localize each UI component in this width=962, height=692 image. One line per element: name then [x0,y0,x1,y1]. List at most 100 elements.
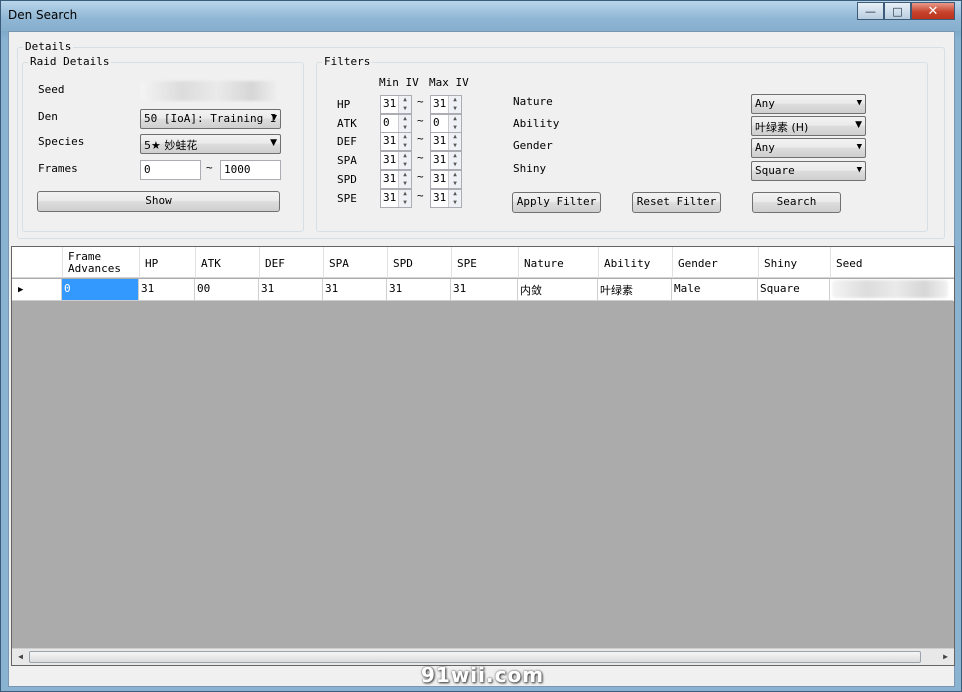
frames-start-input[interactable]: 0 [140,160,201,180]
scrollbar-thumb[interactable] [29,651,921,663]
spin-up-icon[interactable]: ▲ [448,115,461,124]
cell-shiny[interactable]: Square [758,279,830,301]
client-area: Details Raid Details Seed Den 50 [IoA]: … [8,31,955,687]
table-row[interactable]: ▶ 0 31 00 31 31 31 31 内敛 叶绿素 Male Square [12,279,954,301]
atk-max-stepper[interactable]: 0 ▲ ▼ [430,114,462,133]
spe-min-stepper[interactable]: 31 ▲ ▼ [380,189,412,208]
def-max-stepper[interactable]: 31 ▲ ▼ [430,132,462,151]
minimize-button[interactable]: — [857,2,884,20]
col-header-spe[interactable]: SPE [452,247,519,278]
scroll-left-icon[interactable]: ◀ [12,649,29,665]
cell-seed[interactable] [830,279,953,301]
frames-end-input[interactable]: 1000 [220,160,281,180]
apply-filter-button[interactable]: Apply Filter [512,192,601,213]
col-header-ability[interactable]: Ability [599,247,673,278]
spin-up-icon[interactable]: ▲ [398,171,411,180]
species-select[interactable]: 5★ 妙蛙花 ▼ [140,134,281,154]
ability-select[interactable]: 叶绿素 (H) ▼ [751,116,866,136]
spin-down-icon[interactable]: ▼ [448,179,461,188]
col-header-atk[interactable]: ATK [196,247,260,278]
seed-value-redacted [832,280,948,298]
max-iv-label: Max IV [429,76,469,89]
frames-label: Frames [38,162,78,175]
spin-down-icon[interactable]: ▼ [398,160,411,169]
spin-down-icon[interactable]: ▼ [398,104,411,113]
close-button[interactable]: ✕ [911,2,955,20]
spin-up-icon[interactable]: ▲ [448,96,461,105]
spin-down-icon[interactable]: ▼ [448,198,461,207]
spd-max-stepper[interactable]: 31 ▲ ▼ [430,170,462,189]
col-header-frame-advances[interactable]: Frame Advances [63,247,140,278]
cell-def[interactable]: 31 [259,279,323,301]
gender-select[interactable]: Any ▼ [751,138,866,158]
spin-up-icon[interactable]: ▲ [398,190,411,199]
cell-spa[interactable]: 31 [323,279,387,301]
search-button[interactable]: Search [752,192,841,213]
spin-down-icon[interactable]: ▼ [448,160,461,169]
nature-select[interactable]: Any ▼ [751,94,866,114]
spa-min-stepper[interactable]: 31 ▲ ▼ [380,151,412,170]
chevron-down-icon: ▼ [855,120,862,130]
hp-tilde: ~ [417,95,424,108]
seed-field-redacted[interactable] [140,81,280,101]
def-min-value: 31 [383,134,397,147]
spa-max-stepper[interactable]: 31 ▲ ▼ [430,151,462,170]
spin-down-icon[interactable]: ▼ [448,141,461,150]
col-header-seed[interactable]: Seed [831,247,954,278]
col-header-spd[interactable]: SPD [388,247,452,278]
spin-up-icon[interactable]: ▲ [448,133,461,142]
spin-up-icon[interactable]: ▲ [448,152,461,161]
title-bar[interactable]: Den Search — □ ✕ [1,1,961,31]
spin-down-icon[interactable]: ▼ [448,123,461,132]
cell-ability[interactable]: 叶绿素 [598,279,672,301]
hp-max-stepper[interactable]: 31 ▲ ▼ [430,95,462,114]
chevron-down-icon: ▼ [271,113,277,123]
raid-details-group: Raid Details Seed Den 50 [IoA]: Training… [22,55,304,232]
nature-label: Nature [513,95,553,108]
cell-atk[interactable]: 00 [195,279,259,301]
col-header-def[interactable]: DEF [260,247,324,278]
spin-down-icon[interactable]: ▼ [398,198,411,207]
col-header-spa[interactable]: SPA [324,247,388,278]
spin-up-icon[interactable]: ▲ [448,171,461,180]
col-header-shiny[interactable]: Shiny [759,247,831,278]
cell-frame-advances[interactable]: 0 [62,279,139,301]
ability-select-value: 叶绿素 (H) [755,121,809,134]
hp-min-stepper[interactable]: 31 ▲ ▼ [380,95,412,114]
spin-down-icon[interactable]: ▼ [398,179,411,188]
cell-spd[interactable]: 31 [387,279,451,301]
grid-corner[interactable] [12,247,63,278]
maximize-button[interactable]: □ [884,2,911,20]
spin-up-icon[interactable]: ▲ [398,115,411,124]
cell-gender[interactable]: Male [672,279,758,301]
atk-max-value: 0 [433,116,440,129]
cell-hp[interactable]: 31 [139,279,195,301]
col-header-hp[interactable]: HP [140,247,196,278]
cell-spe[interactable]: 31 [451,279,518,301]
scroll-right-icon[interactable]: ▶ [937,649,954,665]
spin-up-icon[interactable]: ▲ [398,96,411,105]
spin-up-icon[interactable]: ▲ [398,133,411,142]
atk-min-stepper[interactable]: 0 ▲ ▼ [380,114,412,133]
spin-down-icon[interactable]: ▼ [448,104,461,113]
atk-tilde: ~ [417,114,424,127]
col-header-nature[interactable]: Nature [519,247,599,278]
spin-down-icon[interactable]: ▼ [398,123,411,132]
shiny-select[interactable]: Square ▼ [751,161,866,181]
row-indicator-icon[interactable]: ▶ [12,279,62,301]
den-select[interactable]: 50 [IoA]: Training I ▼ [140,109,281,129]
show-button[interactable]: Show [37,191,280,212]
reset-filter-button[interactable]: Reset Filter [632,192,721,213]
species-label: Species [38,135,85,148]
spd-min-stepper[interactable]: 31 ▲ ▼ [380,170,412,189]
spin-up-icon[interactable]: ▲ [448,190,461,199]
shiny-label: Shiny [513,162,547,175]
stat-label-spd: SPD [337,173,357,186]
spin-up-icon[interactable]: ▲ [398,152,411,161]
col-header-gender[interactable]: Gender [673,247,759,278]
caption-buttons: — □ ✕ [857,2,955,20]
spin-down-icon[interactable]: ▼ [398,141,411,150]
cell-nature[interactable]: 内敛 [518,279,598,301]
spe-max-stepper[interactable]: 31 ▲ ▼ [430,189,462,208]
def-min-stepper[interactable]: 31 ▲ ▼ [380,132,412,151]
